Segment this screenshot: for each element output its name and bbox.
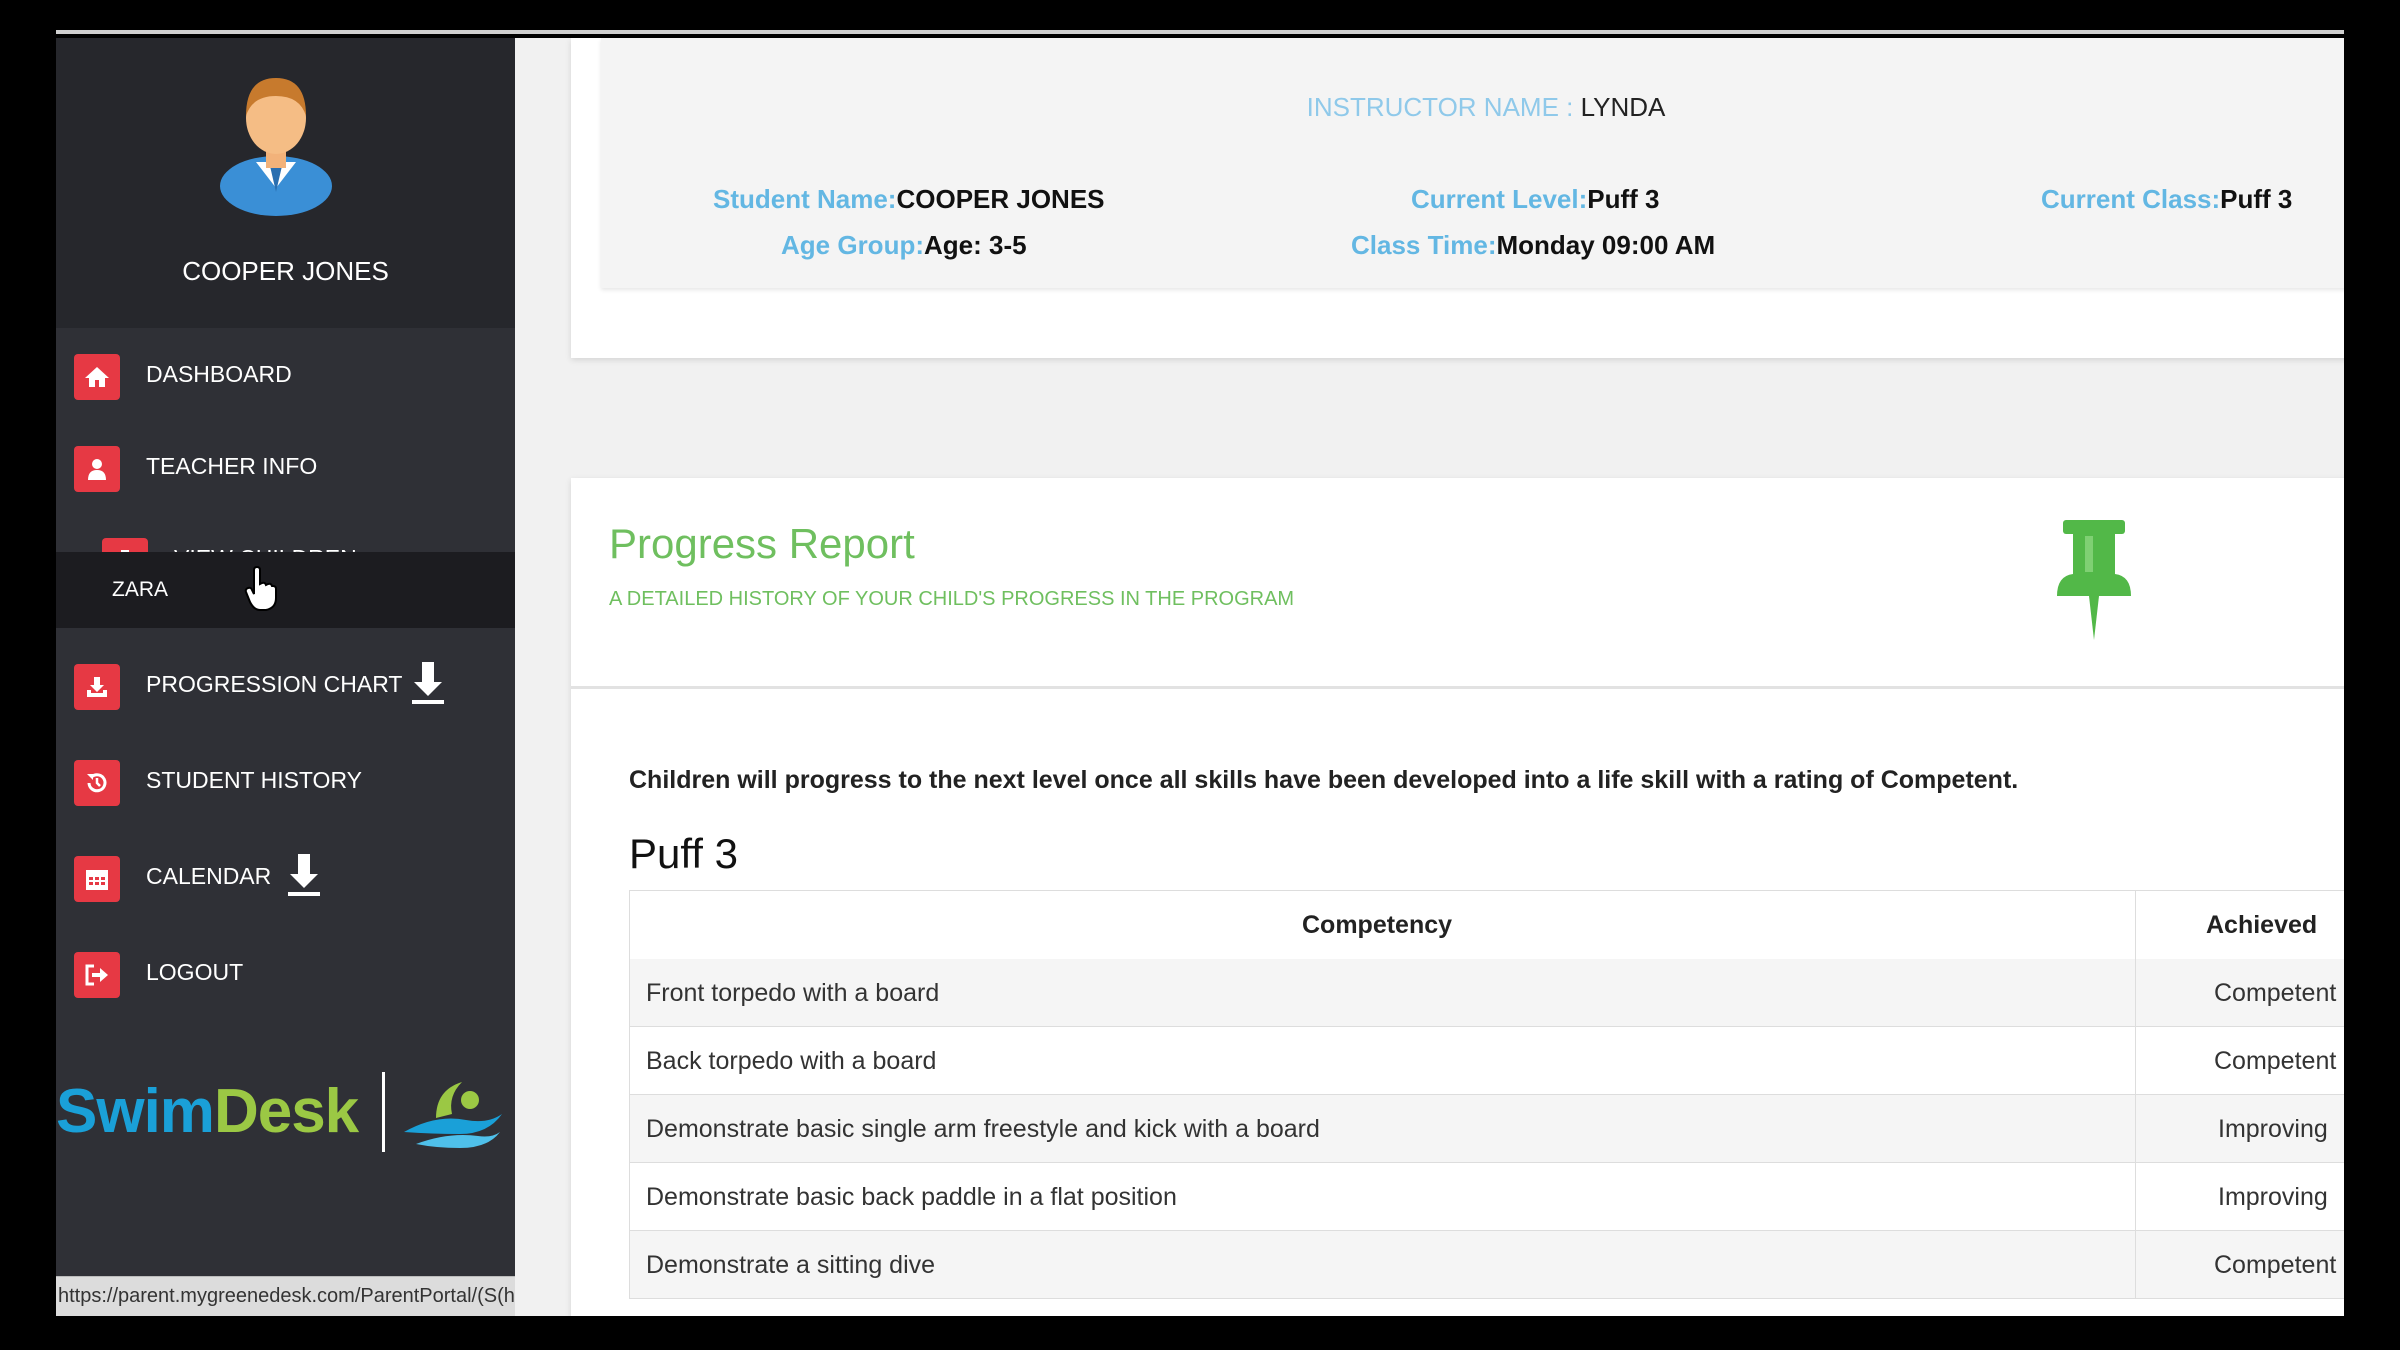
nav-label: CALENDAR [146, 863, 272, 889]
instructor-name: LYNDA [1580, 92, 1666, 122]
progress-note: Children will progress to the next level… [629, 766, 2019, 794]
logo-divider [382, 1072, 385, 1152]
swimdesk-logo: SwimDesk [56, 1070, 515, 1170]
swimmer-logo-icon [404, 1082, 502, 1148]
download-icon [74, 664, 120, 710]
home-icon [74, 354, 120, 400]
hand-cursor-icon [244, 566, 277, 611]
history-icon [74, 760, 120, 806]
screen-left-border [0, 0, 56, 1350]
progress-report-card: Progress Report A DETAILED HISTORY OF YO… [571, 478, 2344, 1316]
current-class-field: Current Class:Puff 3 [2041, 184, 2293, 214]
skill-cell: Front torpedo with a board [646, 979, 940, 1007]
progress-report-subtitle: A DETAILED HISTORY OF YOUR CHILD'S PROGR… [609, 588, 1295, 610]
pushpin-icon [2057, 520, 2131, 640]
table-header: Competency Achieved [629, 890, 2344, 960]
nav-label: STUDENT HISTORY [146, 767, 362, 793]
student-name-field: Student Name:COOPER JONES [713, 184, 1105, 214]
progress-report-title: Progress Report [609, 520, 915, 567]
app-window: COOPER JONES DASHBOARD TEACHER INFO VIEW… [56, 38, 2344, 1316]
current-level-field: Current Level:Puff 3 [1411, 184, 1660, 214]
nav-dashboard[interactable]: DASHBOARD [56, 328, 515, 418]
instructor-label: INSTRUCTOR NAME : [1306, 92, 1581, 122]
nav-progression-chart[interactable]: PROGRESSION CHART [56, 638, 515, 728]
age-group-field: Age Group:Age: 3-5 [781, 230, 1027, 260]
instructor-line: INSTRUCTOR NAME : LYNDA [601, 92, 2344, 123]
nav-student-history[interactable]: STUDENT HISTORY [56, 734, 515, 824]
nav-calendar[interactable]: CALENDAR [56, 830, 515, 920]
class-time-field: Class Time:Monday 09:00 AM [1351, 230, 1716, 260]
nav-label: LOGOUT [146, 959, 244, 985]
nav-label: PROGRESSION CHART [146, 671, 403, 697]
status-cell: Competent [2214, 979, 2337, 1007]
logo-text: SwimDesk [56, 1077, 359, 1146]
status-cell: Competent [2214, 1047, 2337, 1075]
status-cell: Improving [2218, 1115, 2328, 1143]
column-header-achieved: Achieved [2206, 911, 2318, 939]
profile-panel: COOPER JONES [56, 38, 515, 328]
skill-cell: Back torpedo with a board [646, 1047, 937, 1075]
table-row: Demonstrate a sitting dive Competent [629, 1231, 2344, 1299]
status-cell: Improving [2218, 1183, 2328, 1211]
screen-right-border [2344, 0, 2400, 1350]
profile-name: COOPER JONES [182, 256, 389, 286]
student-info-panel: INSTRUCTOR NAME : LYNDA Student Name:COO… [601, 38, 2344, 288]
sign-out-icon [74, 952, 120, 998]
sidebar: COOPER JONES DASHBOARD TEACHER INFO VIEW… [56, 38, 515, 1316]
table-row: Back torpedo with a board Competent [629, 1027, 2344, 1095]
avatar-icon [220, 78, 332, 216]
table-row: Demonstrate basic back paddle in a flat … [629, 1163, 2344, 1231]
download-arrow-icon[interactable] [286, 852, 322, 898]
table-row: Demonstrate basic single arm freestyle a… [629, 1095, 2344, 1163]
screen-top-border [0, 0, 2400, 34]
student-info-card: INSTRUCTOR NAME : LYNDA Student Name:COO… [571, 38, 2344, 358]
screen-bottom-border [0, 1316, 2400, 1350]
skill-cell: Demonstrate basic single arm freestyle a… [646, 1115, 1320, 1143]
column-header-competency: Competency [1302, 911, 1453, 939]
download-arrow-icon[interactable] [410, 660, 446, 706]
skill-cell: Demonstrate basic back paddle in a flat … [646, 1183, 1177, 1211]
status-cell: Competent [2214, 1251, 2337, 1279]
skill-cell: Demonstrate a sitting dive [646, 1251, 936, 1279]
nav-view-children[interactable]: VIEW CHILDREN ‹ [56, 512, 515, 584]
nav-label: TEACHER INFO [146, 453, 318, 479]
level-heading: Puff 3 [629, 830, 738, 877]
user-icon [74, 446, 120, 492]
progress-report-header: Progress Report A DETAILED HISTORY OF YO… [571, 478, 2344, 689]
status-bar-url: https://parent.mygreenedesk.com/ParentPo… [56, 1276, 515, 1316]
nav-child-label: ZARA [112, 578, 169, 601]
table-row: Front torpedo with a board Competent [629, 959, 2344, 1027]
nav-label: DASHBOARD [146, 361, 292, 387]
nav-child-zara[interactable]: ZARA [56, 552, 515, 628]
nav-teacher-info[interactable]: TEACHER INFO [56, 420, 515, 510]
nav-logout[interactable]: LOGOUT [56, 926, 515, 1016]
calendar-icon [74, 856, 120, 902]
